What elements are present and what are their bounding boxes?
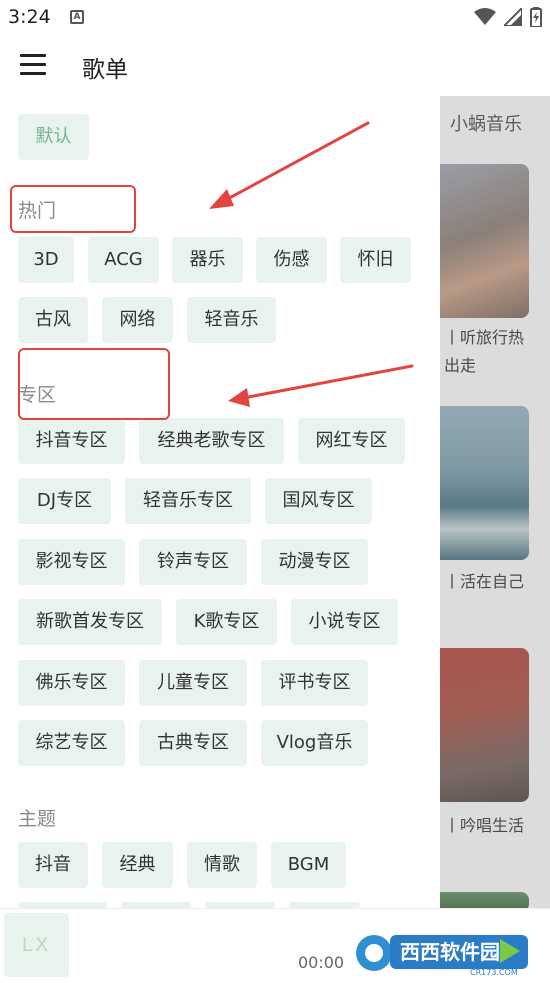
watermark-brand: 西西软件园 bbox=[400, 940, 500, 964]
status-icons bbox=[474, 6, 542, 28]
tag-item[interactable]: 3D bbox=[18, 237, 74, 283]
tag-item[interactable]: 轻音乐 bbox=[187, 297, 276, 343]
tag-default[interactable]: 默认 bbox=[18, 114, 89, 160]
playlist-cover-image bbox=[440, 892, 529, 908]
status-bar: 3:24 A bbox=[0, 0, 550, 36]
toolbar: 歌单 bbox=[0, 36, 550, 96]
status-time: 3:24 bbox=[8, 6, 51, 28]
playlist-name: 丨听旅行热 bbox=[444, 328, 525, 347]
playlist-name: 丨活在自己 bbox=[444, 572, 525, 591]
tag-item[interactable]: 抖音专区 bbox=[18, 418, 125, 464]
playlist-name: 丨吟唱生活 bbox=[444, 816, 525, 835]
tag-item[interactable]: 综艺专区 bbox=[18, 720, 125, 766]
tag-item[interactable]: 古典专区 bbox=[139, 720, 247, 766]
tag-item[interactable]: 网络 bbox=[102, 297, 173, 343]
watermark-url: CR173.COM bbox=[470, 968, 518, 977]
tag-item[interactable]: 器乐 bbox=[172, 237, 243, 283]
tag-item[interactable]: 新歌首发专区 bbox=[18, 599, 162, 645]
tag-item[interactable]: 佛乐专区 bbox=[18, 660, 125, 706]
background-app-title: 小蜗音乐 bbox=[450, 114, 522, 135]
tag-item[interactable]: 小说专区 bbox=[291, 599, 398, 645]
player-cover[interactable]: LX bbox=[4, 913, 69, 977]
tag-item[interactable]: ACG bbox=[88, 237, 159, 283]
tag-item[interactable]: 抖音 bbox=[18, 842, 88, 888]
tag-item[interactable]: K歌专区 bbox=[176, 599, 277, 645]
signal-icon bbox=[504, 8, 522, 26]
watermark-icon: 西西软件园 CR173.COM bbox=[356, 935, 528, 977]
a-letter-icon: A bbox=[70, 10, 84, 24]
watermark-logo: 西西软件园 CR173.COM bbox=[350, 925, 530, 977]
playlist-cover-image bbox=[440, 648, 529, 802]
menu-icon[interactable] bbox=[20, 54, 46, 76]
annotation-box-zone bbox=[18, 348, 170, 420]
section-title-theme: 主题 bbox=[18, 808, 57, 830]
tag-item[interactable]: 轻音乐专区 bbox=[125, 478, 251, 524]
background-page[interactable]: 小蜗音乐 丨听旅行热 出走 丨活在自己 丨吟唱生活 bbox=[440, 96, 550, 908]
tag-item[interactable]: 网红专区 bbox=[298, 418, 405, 464]
playlist-name: 出走 bbox=[444, 356, 477, 375]
tag-item[interactable]: 动漫专区 bbox=[261, 539, 368, 585]
tag-item[interactable]: DJ专区 bbox=[18, 478, 111, 524]
page-title: 歌单 bbox=[82, 57, 128, 83]
tag-item[interactable]: 评书专区 bbox=[261, 660, 368, 706]
tag-item[interactable]: 情歌 bbox=[187, 842, 257, 888]
tag-item[interactable]: Vlog音乐 bbox=[261, 720, 368, 766]
tag-item[interactable]: 影视专区 bbox=[18, 539, 125, 585]
tag-item[interactable]: 怀旧 bbox=[340, 237, 411, 283]
tag-item[interactable]: 铃声专区 bbox=[139, 539, 247, 585]
player-time: 00:00 bbox=[298, 953, 345, 972]
tag-item[interactable]: 古风 bbox=[18, 297, 88, 343]
playlist-cover-image bbox=[440, 164, 529, 318]
battery-icon bbox=[530, 7, 542, 27]
tag-item[interactable]: 伤感 bbox=[256, 237, 327, 283]
tag-item[interactable]: 儿童专区 bbox=[139, 660, 247, 706]
tag-item[interactable]: 经典 bbox=[102, 842, 173, 888]
wifi-icon bbox=[474, 8, 496, 25]
tag-item[interactable]: BGM bbox=[271, 842, 346, 888]
playlist-cover-image bbox=[440, 406, 529, 560]
tag-item[interactable]: 经典老歌专区 bbox=[139, 418, 284, 464]
player-bar[interactable]: LX 00:00 西西软件园 CR173.COM bbox=[0, 908, 550, 983]
tag-item[interactable]: 国风专区 bbox=[265, 478, 372, 524]
annotation-box-hot bbox=[10, 185, 136, 233]
